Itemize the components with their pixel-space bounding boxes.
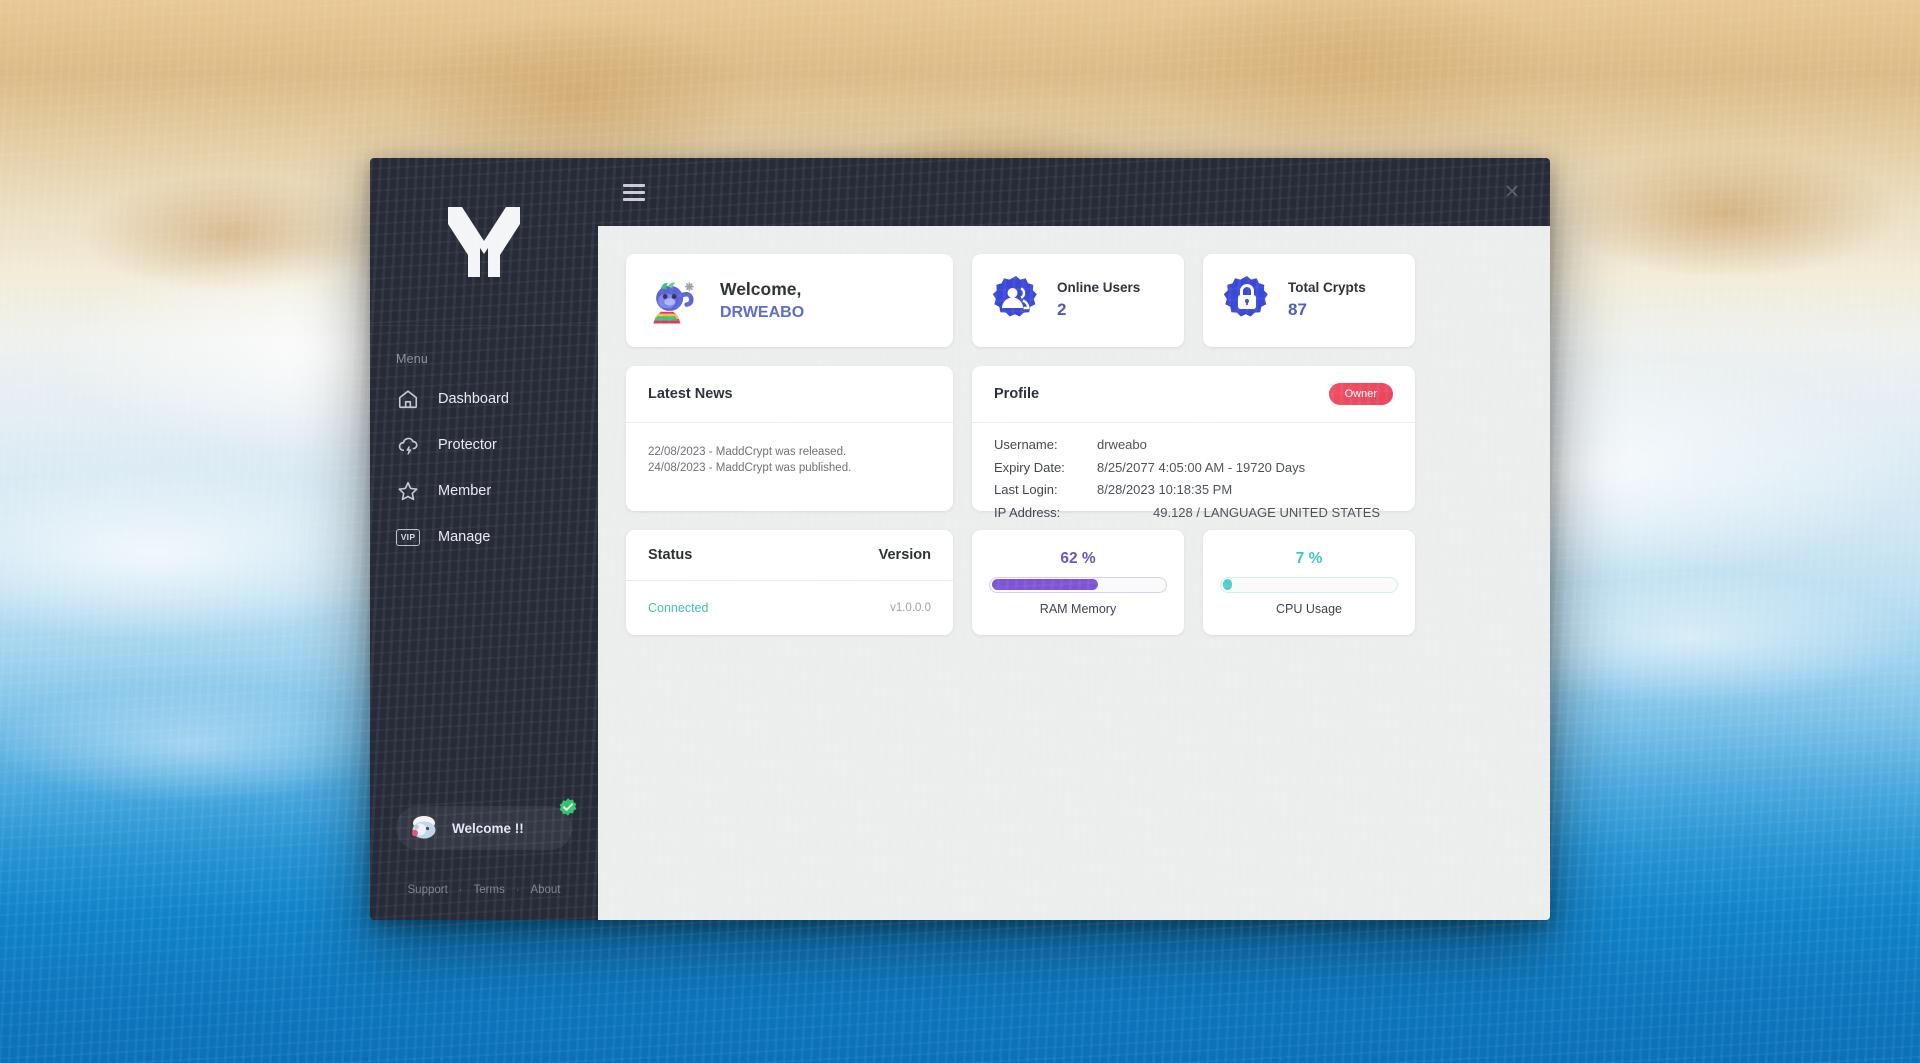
profile-key: Expiry Date: (994, 459, 1065, 475)
profile-key: IP Address: (994, 504, 1061, 520)
news-title: Latest News (648, 386, 733, 402)
sidebar-footer-links: Support · Terms · About (370, 884, 598, 896)
online-users-card: Online Users 2 (972, 254, 1184, 347)
news-item: 22/08/2023 - MaddCrypt was released. (648, 446, 847, 458)
welcome-greeting: Welcome, (720, 278, 802, 299)
sidebar: Menu Dashboard Protector Member VIP Mana… (370, 158, 598, 920)
latest-news-card: Latest News 22/08/2023 - MaddCrypt was r… (626, 366, 953, 511)
users-badge-icon (992, 275, 1037, 316)
sidebar-item-member[interactable]: Member (370, 468, 598, 514)
welcome-card: Welcome, DRWEABO (626, 254, 953, 347)
profile-key: Username: (994, 437, 1058, 452)
footer-link-about[interactable]: About (530, 884, 560, 896)
ram-memory-card: 62 % RAM Memory (972, 530, 1184, 635)
sidebar-item-protector[interactable]: Protector (370, 422, 598, 468)
stat-label: Total Crypts (1288, 280, 1366, 296)
status-card: Status Version Connected v1.0.0.0 (626, 530, 953, 635)
app-logo (370, 158, 598, 326)
row-middle: Latest News 22/08/2023 - MaddCrypt was r… (626, 366, 1520, 520)
total-crypts-card: Total Crypts 87 (1203, 254, 1415, 347)
cpu-progress-fill (1222, 579, 1232, 590)
stat-value: 2 (1057, 300, 1067, 320)
sidebar-item-label: Member (438, 483, 492, 499)
desktop-wallpaper: Menu Dashboard Protector Member VIP Mana… (0, 0, 1920, 1063)
cloud-lightning-icon (396, 433, 420, 457)
online-users-text: Online Users 2 (1057, 278, 1140, 323)
ram-progress-fill (991, 579, 1098, 590)
profile-card: Profile Owner Username: drweabo Expiry D… (972, 366, 1415, 520)
sidebar-welcome-pill[interactable]: Welcome !! (396, 798, 577, 850)
sidebar-item-label: Manage (438, 529, 491, 545)
profile-value: 8/25/2077 4:05:00 AM - 19720 Days (1097, 459, 1306, 475)
profile-row: Username: drweabo (994, 437, 1393, 452)
lock-badge-icon (1223, 275, 1268, 316)
cpu-percent: 7 % (1295, 549, 1323, 567)
welcome-username: DRWEABO (720, 303, 805, 321)
status-column-header: Status (648, 547, 693, 563)
status-header: Status Version (626, 530, 953, 581)
menu-heading: Menu (396, 352, 429, 366)
profile-header: Profile Owner (972, 366, 1415, 423)
profile-row: IP Address: 49.128 / LANGUAGE UNITED STA… (994, 505, 1393, 520)
mascot-avatar (653, 281, 694, 323)
status-body: Connected v1.0.0.0 (626, 581, 953, 635)
maddcrypt-m-logo (448, 206, 520, 277)
welcome-pill-label: Welcome !! (452, 820, 524, 836)
cpu-label: CPU Usage (1276, 601, 1342, 616)
titlebar: ✕ (598, 158, 1550, 226)
cpu-usage-card: 7 % CPU Usage (1203, 530, 1415, 635)
profile-key: Last Login: (994, 482, 1058, 497)
profile-title: Profile (994, 386, 1040, 402)
sidebar-item-dashboard[interactable]: Dashboard (370, 376, 598, 422)
footer-link-terms[interactable]: Terms (473, 884, 504, 896)
footer-separator: · (458, 884, 463, 896)
row-bottom: Status Version Connected v1.0.0.0 62 % R… (626, 530, 1520, 635)
app-window: Menu Dashboard Protector Member VIP Mana… (370, 158, 1550, 920)
user-avatar (412, 816, 436, 839)
welcome-text: Welcome, DRWEABO (720, 278, 804, 323)
green-check-badge (559, 798, 577, 816)
star-icon (396, 479, 420, 503)
profile-value: drweabo (1097, 437, 1147, 452)
footer-separator: · (515, 884, 520, 896)
cpu-progress-track (1220, 576, 1398, 593)
profile-value: 49.128 / LANGUAGE UNITED STATES (1153, 504, 1381, 520)
status-badge[interactable]: Owner (1328, 383, 1393, 405)
profile-row: Last Login: 8/28/2023 10:18:35 PM (994, 482, 1393, 497)
stat-label: Online Users (1057, 280, 1141, 296)
hamburger-icon[interactable] (623, 183, 645, 201)
sidebar-item-label: Dashboard (438, 391, 509, 407)
stat-value: 87 (1288, 300, 1307, 320)
sidebar-item-label: Protector (438, 437, 497, 453)
news-header: Latest News (626, 366, 953, 423)
profile-value: 8/28/2023 10:18:35 PM (1097, 482, 1233, 497)
footer-link-support[interactable]: Support (408, 884, 448, 896)
version-column-header: Version (878, 547, 931, 563)
profile-body: Username: drweabo Expiry Date: 8/25/2077… (972, 423, 1415, 520)
total-crypts-text: Total Crypts 87 (1288, 278, 1366, 323)
version-value: v1.0.0.0 (890, 602, 931, 614)
row-top: Welcome, DRWEABO Online Users 2 Total Cr… (626, 254, 1520, 347)
sidebar-item-manage[interactable]: VIP Manage (370, 514, 598, 560)
news-item: 24/08/2023 - MaddCrypt was published. (648, 461, 852, 474)
news-body: 22/08/2023 - MaddCrypt was released. 24/… (626, 423, 953, 498)
ram-label: RAM Memory (1039, 601, 1117, 616)
close-icon[interactable]: ✕ (1496, 179, 1528, 206)
sidebar-nav: Dashboard Protector Member VIP Manage (370, 376, 598, 560)
profile-row: Expiry Date: 8/25/2077 4:05:00 AM - 1972… (994, 460, 1393, 475)
right-pane: ✕ Welcome, DRWEABO Online Users 2 Total … (598, 158, 1550, 920)
vip-icon: VIP (396, 525, 420, 549)
connection-status: Connected (648, 601, 709, 615)
home-icon (396, 387, 420, 411)
dashboard-content: Welcome, DRWEABO Online Users 2 Total Cr… (598, 226, 1550, 920)
ram-percent: 62 % (1060, 549, 1096, 567)
ram-progress-track (989, 576, 1167, 593)
